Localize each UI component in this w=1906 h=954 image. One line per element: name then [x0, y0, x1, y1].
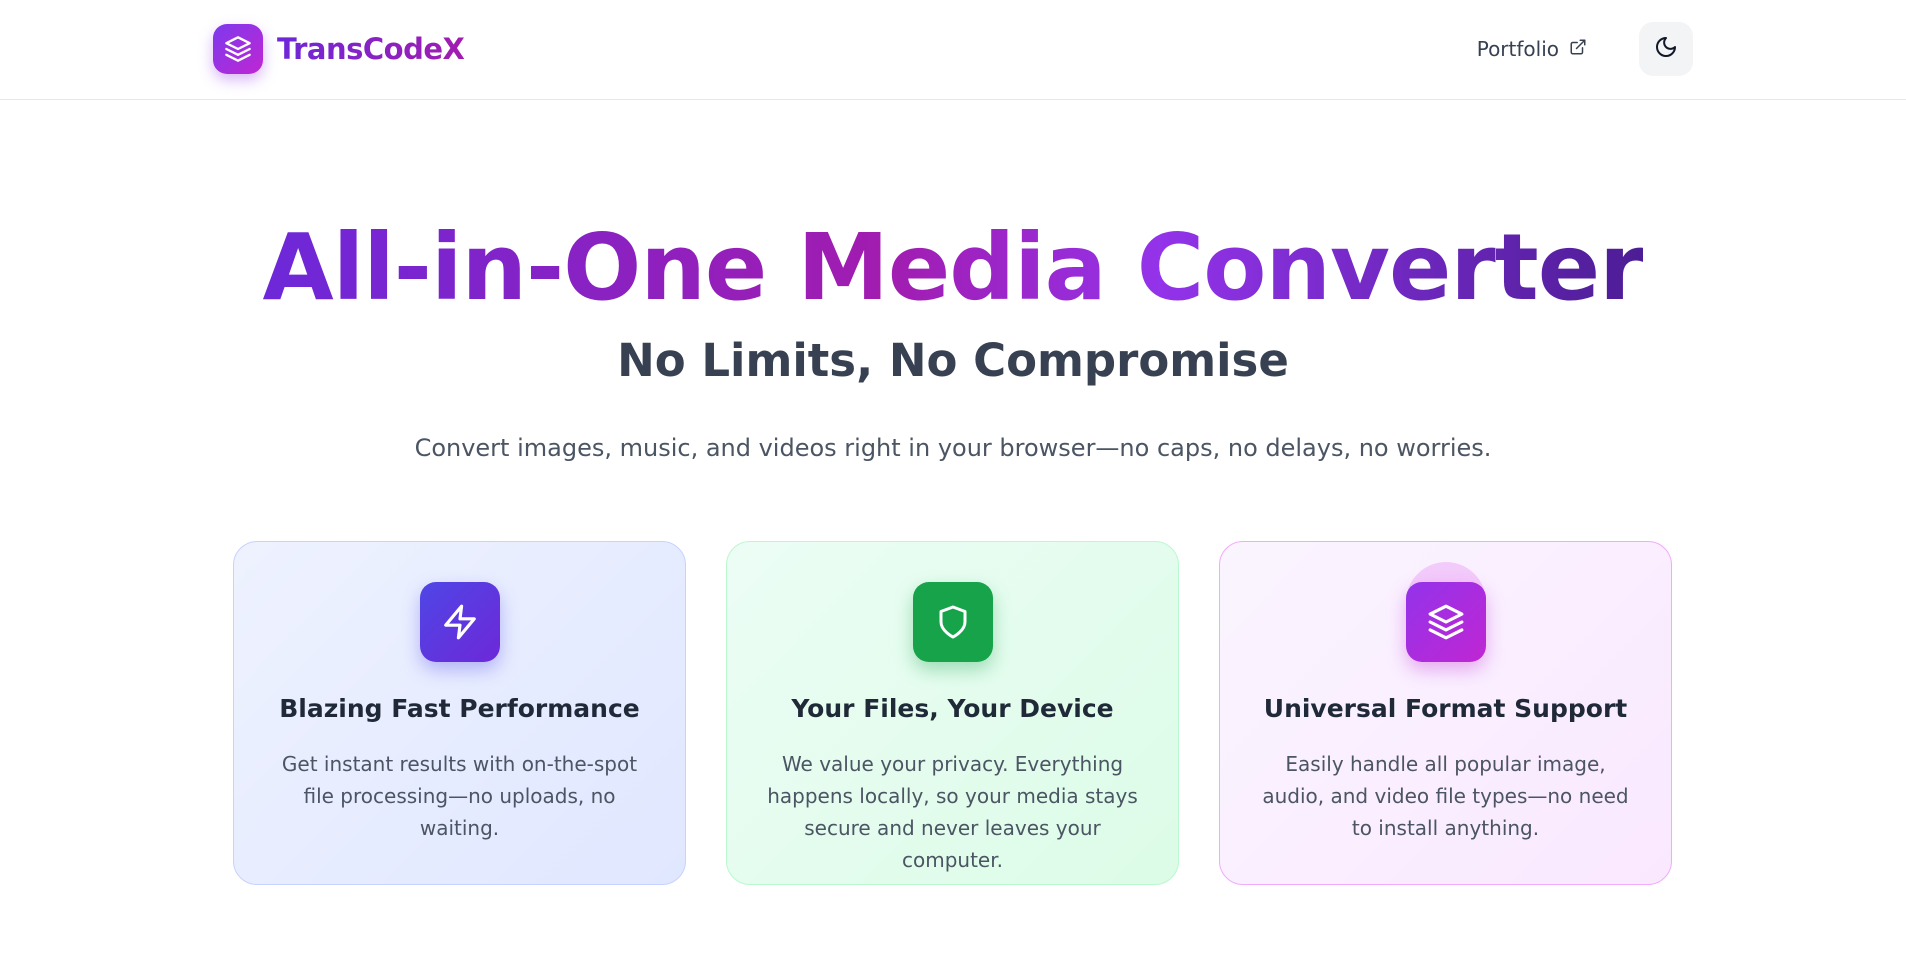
- external-link-icon: [1569, 37, 1587, 61]
- feature-description: We value your privacy. Everything happen…: [767, 752, 1138, 872]
- feature-card-privacy: Your Files, Your Device We value your pr…: [726, 541, 1179, 885]
- feature-description: Get instant results with on-the-spot fil…: [281, 752, 638, 840]
- portfolio-link[interactable]: Portfolio: [1477, 37, 1587, 61]
- hero-description: Convert images, music, and videos right …: [414, 434, 1492, 462]
- layers-icon: [213, 24, 263, 74]
- brand-link[interactable]: TransCodeX: [213, 24, 465, 74]
- feature-description: Easily handle all popular image, audio, …: [1262, 752, 1629, 840]
- feature-title: Universal Format Support: [1263, 694, 1628, 723]
- feature-title: Your Files, Your Device: [791, 694, 1114, 723]
- portfolio-link-label: Portfolio: [1476, 37, 1559, 61]
- hero-section: All-in-One Media Converter No Limits, No…: [0, 100, 1906, 464]
- features-section: Blazing Fast Performance Get instant res…: [233, 541, 1673, 885]
- top-navbar: TransCodeX Portfolio: [0, 0, 1906, 100]
- hero-title: All-in-One Media Converter: [262, 214, 1645, 321]
- hero-subtitle: No Limits, No Compromise: [617, 334, 1289, 387]
- nav-actions: Portfolio: [1477, 22, 1693, 76]
- moon-icon: [1654, 35, 1678, 63]
- feature-card-formats: Universal Format Support Easily handle a…: [1219, 541, 1672, 885]
- theme-toggle-button[interactable]: [1639, 22, 1693, 76]
- shield-icon: [912, 582, 993, 662]
- layers-icon: [1405, 582, 1486, 662]
- lightning-icon: [419, 582, 500, 662]
- feature-card-performance: Blazing Fast Performance Get instant res…: [233, 541, 686, 885]
- feature-title: Blazing Fast Performance: [279, 694, 640, 723]
- brand-name: TransCodeX: [277, 32, 465, 66]
